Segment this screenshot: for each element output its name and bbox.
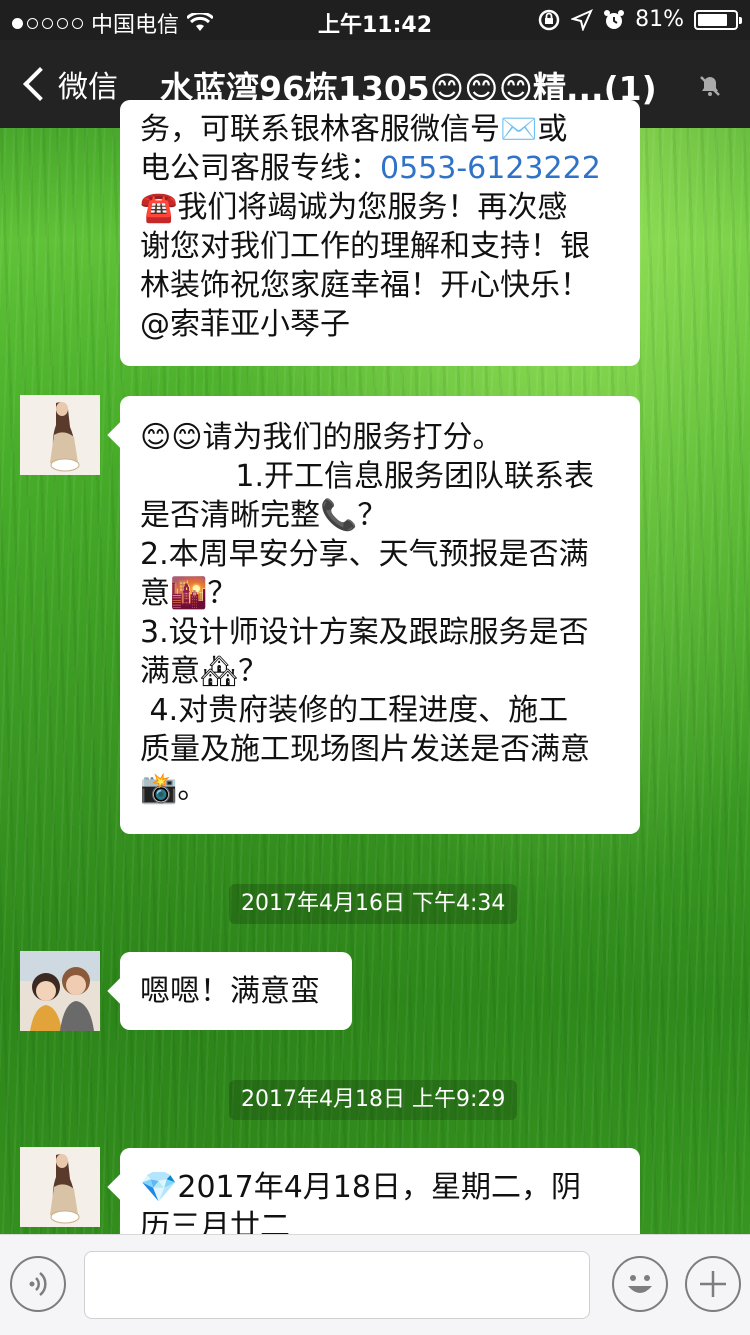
message-line: 务，可联系银林客服微信号✉️或: [140, 112, 568, 147]
message-line: 质量及施工现场图片发送是否满意: [140, 732, 590, 767]
message-line: 😊😊请为我们的服务打分。: [140, 420, 503, 455]
message-bubble[interactable]: 嗯嗯！满意蛮: [107, 952, 352, 1030]
message-text: 嗯嗯！满意蛮: [140, 974, 320, 1009]
back-button[interactable]: 微信: [20, 62, 118, 106]
message-line: 满意🏘？: [140, 654, 269, 689]
message-line: 2.本周早安分享、天气预报是否满: [140, 537, 589, 572]
message-line: 林装饰祝您家庭幸福！开心快乐！: [140, 268, 590, 303]
phone-link[interactable]: 0553-6123222: [380, 151, 601, 186]
message-line: 是否清晰完整📞？: [140, 498, 388, 533]
message-line: 💎2017年4月18日，星期二，阴: [140, 1170, 581, 1205]
mute-icon: [700, 76, 720, 96]
status-bar: 中国电信 上午11:42 81%: [0, 0, 750, 40]
message-line: 1.开工信息服务团队联系表: [140, 459, 594, 494]
message-bubble[interactable]: 😊😊请为我们的服务打分。 1.开工信息服务团队联系表 是否清晰完整📞？ 2.本周…: [107, 396, 640, 834]
message-line: 意🌇？: [140, 576, 238, 611]
back-label: 微信: [58, 70, 118, 105]
plus-icon: [700, 1271, 726, 1297]
message-line: 谢您对我们工作的理解和支持！银: [140, 229, 590, 264]
avatar[interactable]: [20, 1147, 100, 1227]
timestamp: 2017年4月18日 上午9:29: [229, 1080, 518, 1120]
more-button[interactable]: [685, 1256, 741, 1312]
message-line: ☎️我们将竭诚为您服务！再次感: [140, 190, 568, 225]
person-avatar-image: [20, 1147, 100, 1227]
avatar[interactable]: [20, 951, 100, 1031]
timestamp: 2017年4月16日 下午4:34: [229, 884, 518, 924]
chevron-left-icon: [23, 67, 57, 101]
emoji-button[interactable]: [612, 1256, 668, 1312]
voice-button[interactable]: [10, 1256, 66, 1312]
message-bubble[interactable]: 务，可联系银林客服微信号✉️或 电公司客服专线：0553-6123222 ☎️我…: [120, 100, 640, 366]
rotation-lock-icon: [538, 9, 560, 30]
battery-percent: 81%: [635, 7, 684, 32]
message-line: 3.设计师设计方案及跟踪服务是否: [140, 615, 589, 650]
message-line: 电公司客服专线：0553-6123222: [140, 151, 601, 186]
avatar[interactable]: [20, 395, 100, 475]
alarm-icon: [604, 9, 625, 29]
message-input[interactable]: [84, 1251, 590, 1319]
message-line: @索菲亚小琴子: [140, 307, 350, 342]
voice-icon: [29, 1272, 47, 1296]
message-line: 📸。: [140, 771, 208, 806]
message-line: 4.对贵府装修的工程进度、施工: [140, 693, 569, 728]
location-icon: [571, 8, 594, 31]
input-bar: [0, 1234, 750, 1335]
emoji-icon: [628, 1275, 652, 1293]
two-people-avatar-image: [20, 951, 100, 1031]
battery-icon: [694, 9, 742, 30]
person-avatar-image: [20, 395, 100, 475]
